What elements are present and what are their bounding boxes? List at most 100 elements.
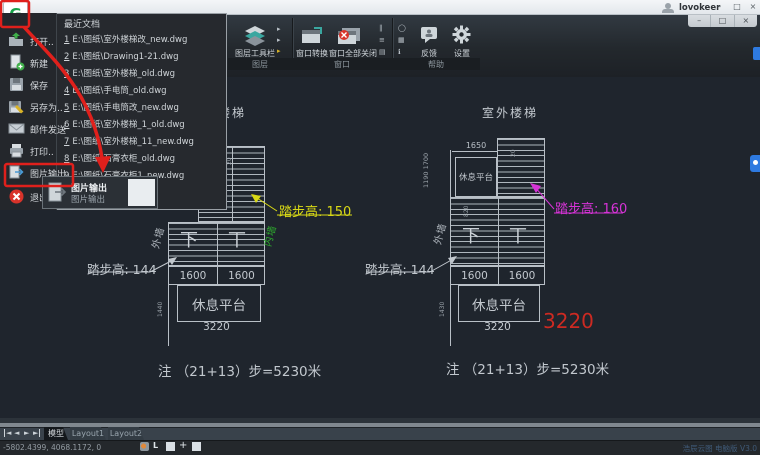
save-as-icon [8,98,25,115]
recent-file[interactable]: 3E:\图纸\室外楼梯_old.dwg [64,67,175,79]
layer-mini-icon-yellow[interactable]: ▸ [277,47,281,55]
dim-value: 1600 [217,267,266,284]
dim-value: 1600 [498,267,546,284]
window-switch-icon[interactable] [300,26,324,49]
stair-up-arrow: 丅 [509,222,527,248]
layer-mini-icon[interactable]: ▸ [277,36,281,44]
right-dim-row: 1600 1600 [450,266,545,285]
flyout-description: 图片输出 [71,193,105,205]
tab-first-button[interactable]: ◄ [4,429,11,437]
right-rise-bottom-label: 踏步高: 144 [365,259,435,278]
dim-value: 1600 [451,267,498,284]
menu-item-save[interactable]: 保存 [30,79,48,92]
stair-up-arrow: 丅 [228,226,246,252]
left-platform-label: 休息平台 [192,294,246,314]
right-diagram-title: 室外楼梯 [482,104,538,121]
document-window-controls: – □ × [688,14,757,27]
left-strip-dim: 20 [226,157,233,165]
right-total-dim: 3220 [450,321,545,333]
left-note: 注 （21+13）步=5230米 [158,360,321,380]
left-side-dim: 1440 [157,302,164,317]
right-strip-dim: 20 [510,149,517,157]
grid-toggle-icon[interactable] [166,442,175,451]
layer-mini-icon[interactable]: ▸ [277,25,281,33]
left-rise-top-label: 踏步高: 150 [279,201,351,220]
grid-icon[interactable]: ▦ [398,36,405,44]
cascade-windows-icon[interactable]: ▤ [379,48,386,56]
right-note: 注 （21+13）步=5230米 [446,358,609,378]
right-upper-stair-run [497,138,545,197]
image-export-flyout[interactable]: 图片输出 图片输出 [42,176,158,209]
left-total-dim: 3220 [168,321,265,333]
stair-down-arrow: 下 [180,226,198,252]
recent-file[interactable]: 5E:\图纸\手电筒改_new.dwg [64,101,179,113]
coordinates-readout: -5802.4399, 4068.1172, 0 [3,443,101,452]
right-side-dims: 1190 1700 [422,153,430,188]
email-icon [8,120,25,137]
close-all-windows-icon[interactable] [336,26,362,49]
menu-item-email[interactable]: 邮件发送 [30,123,66,136]
doc-close-button[interactable]: × [735,14,757,27]
menu-item-open[interactable]: 打开.. [30,35,54,48]
recent-documents-header: 最近文档 [64,17,100,30]
statusbar [0,440,760,455]
right-top-dim: 1650 [455,141,497,150]
right-wall-line [450,150,451,346]
flyout-highlight-area [128,179,155,206]
feedback-icon[interactable] [419,25,439,48]
side-panel-tab-icon[interactable] [753,47,760,60]
dim-value: 1600 [169,267,217,284]
image-export-icon [8,164,25,181]
save-icon [8,76,25,93]
polar-toggle-icon[interactable] [192,442,201,451]
recent-file[interactable]: 2E:\图纸\Drawing1-21.dwg [64,50,178,62]
image-export-flyout-icon [47,181,67,209]
tab-layout1[interactable]: Layout1 [70,427,106,440]
folder-open-icon [8,32,25,49]
recent-file[interactable]: 7E:\图纸\室外楼梯_11_new.dwg [64,135,194,147]
tile-vertical-icon[interactable]: ∥ [379,24,383,32]
exit-icon [8,188,25,205]
left-dim-row: 1600 1600 [168,266,265,285]
right-top-platform-label: 休息平台 [459,171,493,183]
print-icon [8,142,25,159]
recent-file[interactable]: 4E:\图纸\手电筒_old.dwg [64,84,167,96]
menu-item-new[interactable]: 新建 [30,57,48,70]
menu-item-print[interactable]: 打印.. [30,145,54,158]
right-platform-label: 休息平台 [472,294,526,314]
tile-horizontal-icon[interactable]: ≡ [379,36,385,44]
left-rise-bottom-label: 踏步高: 144 [87,259,157,278]
about-icon[interactable]: ◯ [398,24,406,32]
dim-line [452,151,498,152]
doc-minimize-button[interactable]: – [688,14,711,27]
osnap-toggle-icon[interactable] [140,442,149,451]
right-side-dim: 1430 [439,302,446,317]
customer-service-icon[interactable] [750,155,760,172]
user-avatar-body [662,9,674,13]
tab-prev-button[interactable]: ◄ [14,429,19,437]
recent-file[interactable]: 1E:\图纸\室外楼梯改_new.dwg [64,33,187,45]
tab-layout2[interactable]: Layout2 [108,427,144,440]
minimize-button[interactable]: – [712,1,726,12]
stair-down-arrow: 下 [462,222,480,248]
ortho-toggle-icon[interactable]: L [153,441,158,450]
crosshair-toggle-icon[interactable]: + [179,440,187,451]
right-total-red: 3220 [543,309,594,333]
info-icon[interactable]: ℹ [398,48,401,56]
recent-file[interactable]: 6E:\图纸\室外楼梯_1_old.dwg [64,118,185,130]
tab-last-button[interactable]: ► [33,429,40,437]
doc-restore-button[interactable]: □ [711,14,734,27]
right-rise-top-label: 踏步高: 160 [555,198,627,217]
recent-file[interactable]: 8E:\图纸\石膏衣柜_old.dwg [64,152,175,164]
tab-next-button[interactable]: ► [24,429,29,437]
stair-divider [217,223,218,265]
group-label-help: 帮助 [392,59,480,70]
close-button[interactable]: × [746,1,760,12]
settings-gear-icon[interactable] [452,25,471,48]
restore-button[interactable]: □ [730,1,744,12]
menu-item-save-as[interactable]: 另存为.. [30,101,63,114]
new-file-icon [8,54,25,71]
group-label-layer: 图层 [228,59,292,70]
group-label-window: 窗口 [292,59,392,70]
app-version: 浩辰云图 电脑版 V3.0 [683,443,757,454]
